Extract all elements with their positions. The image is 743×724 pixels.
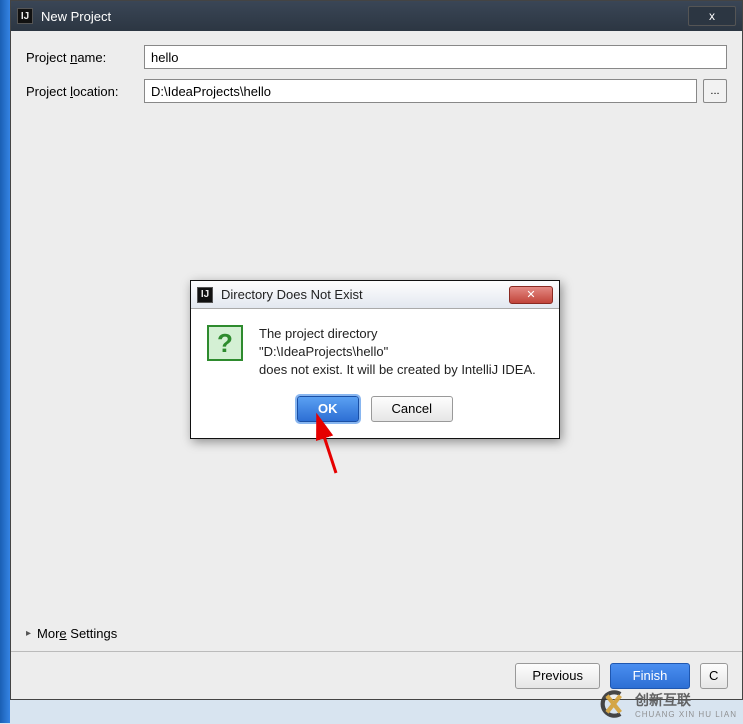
- project-location-row: Project location: ...: [26, 79, 727, 103]
- project-name-row: Project name:: [26, 45, 727, 69]
- directory-not-exist-dialog: IJ Directory Does Not Exist ✕ ? The proj…: [190, 280, 560, 439]
- desktop-left-edge: [0, 0, 10, 723]
- app-icon: IJ: [17, 8, 33, 24]
- dialog-message-line3: does not exist. It will be created by In…: [259, 361, 536, 379]
- dialog-message-line1: The project directory: [259, 325, 536, 343]
- dialog-title: Directory Does Not Exist: [221, 287, 509, 302]
- dialog-cancel-button[interactable]: Cancel: [371, 396, 453, 422]
- cancel-button-label: C: [709, 668, 718, 683]
- finish-button[interactable]: Finish: [610, 663, 690, 689]
- ok-button-label: OK: [318, 401, 338, 416]
- browse-button[interactable]: ...: [703, 79, 727, 103]
- cancel-button[interactable]: C: [700, 663, 728, 689]
- brand-sub-text: CHUANG XIN HU LIAN: [635, 710, 737, 719]
- previous-button-label: Previous: [532, 668, 583, 683]
- window-titlebar: IJ New Project x: [11, 1, 742, 31]
- dialog-cancel-button-label: Cancel: [392, 401, 432, 416]
- expand-icon: ▸: [26, 628, 31, 639]
- brand-logo-icon: [595, 689, 629, 719]
- dialog-titlebar: IJ Directory Does Not Exist ✕: [191, 281, 559, 309]
- project-name-input[interactable]: [144, 45, 727, 69]
- dialog-message: The project directory "D:\IdeaProjects\h…: [259, 325, 536, 380]
- brand-main-text: 创新互联: [635, 692, 691, 708]
- finish-button-label: Finish: [633, 668, 668, 683]
- brand-text-block: 创新互联 CHUANG XIN HU LIAN: [635, 690, 737, 719]
- more-settings-toggle[interactable]: ▸ More Settings: [26, 626, 117, 641]
- dialog-close-button[interactable]: ✕: [509, 286, 553, 304]
- project-location-input[interactable]: [144, 79, 697, 103]
- previous-button[interactable]: Previous: [515, 663, 600, 689]
- dialog-button-row: OK Cancel: [191, 386, 559, 438]
- project-location-label: Project location:: [26, 84, 144, 99]
- annotation-arrow: [308, 418, 348, 478]
- dialog-body: ? The project directory "D:\IdeaProjects…: [191, 309, 559, 386]
- question-icon: ?: [207, 325, 243, 361]
- brand-watermark: 创新互联 CHUANG XIN HU LIAN: [595, 689, 737, 719]
- dialog-app-icon: IJ: [197, 287, 213, 303]
- window-close-button[interactable]: x: [688, 6, 736, 26]
- window-title: New Project: [41, 9, 688, 24]
- dialog-message-line2: "D:\IdeaProjects\hello": [259, 343, 536, 361]
- more-settings-label: More Settings: [37, 626, 117, 641]
- project-name-label: Project name:: [26, 50, 144, 65]
